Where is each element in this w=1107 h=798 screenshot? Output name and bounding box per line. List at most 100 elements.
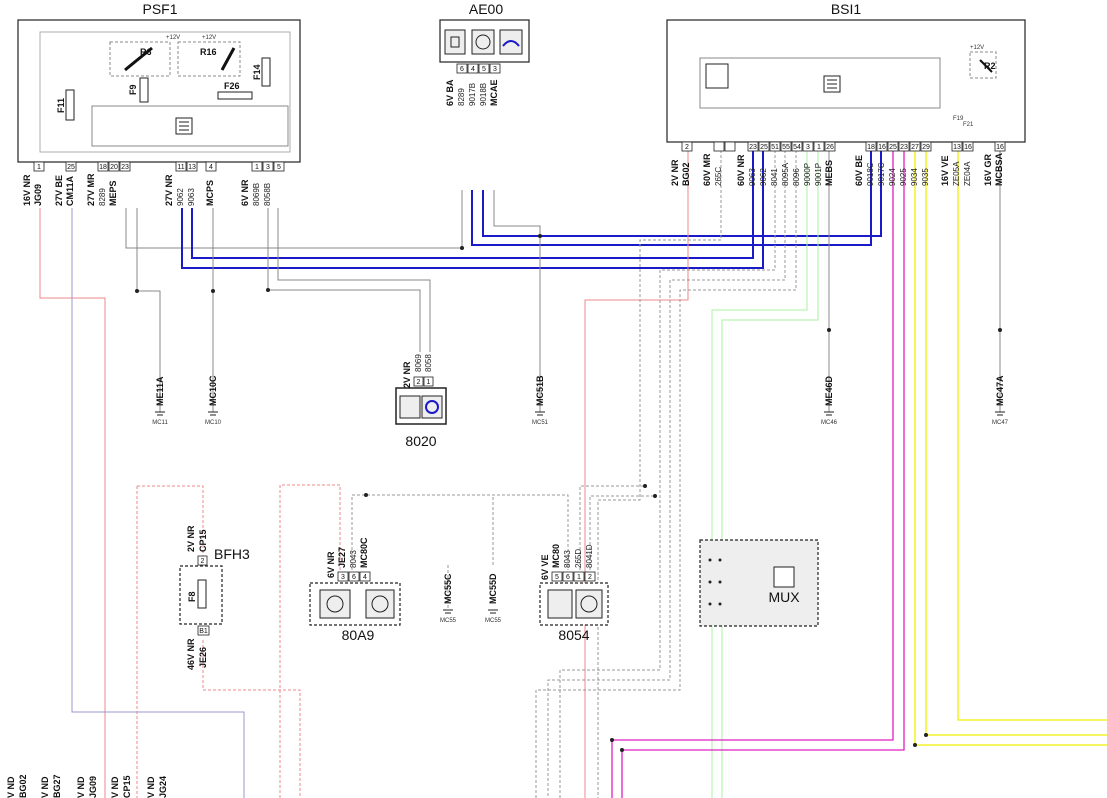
c8054-connector-label: 6V VE xyxy=(540,554,550,580)
bottom-label-wire: CP15 xyxy=(122,775,132,798)
bfh3-top-pin-number: 2 xyxy=(201,558,205,565)
bsi1-pin-number: 16 xyxy=(878,144,886,151)
psf1-box[interactable] xyxy=(17,19,301,163)
bottom-label-wire: BG02 xyxy=(18,774,28,798)
relay-r16-label: R16 xyxy=(200,47,217,57)
bsi1-wire-label: 9001P xyxy=(814,163,823,186)
ae00-pin-number: 5 xyxy=(482,66,486,73)
mux-title: MUX xyxy=(768,589,800,605)
bsi1-connector-label: 16V GR xyxy=(983,153,993,186)
ground-name: MC51 xyxy=(532,420,549,426)
bsi1-wire-label: ZE04A xyxy=(963,161,972,186)
psf1-pin-number: 20 xyxy=(110,164,118,171)
psf1-wire-label: CM11A xyxy=(65,175,75,206)
ae00-wire-label: 8289 xyxy=(457,88,466,106)
bottom-label-prefix: V ND xyxy=(76,776,86,798)
c8020-box[interactable] xyxy=(395,387,447,425)
psf1-connector-label: 27V BE xyxy=(54,175,64,206)
wire-je26 xyxy=(202,640,301,798)
bsi1-pin-number: 18 xyxy=(867,144,875,151)
psf1-pins: 116V NR JG092527V BE CM11A18 20 2327V MR 8289… xyxy=(22,161,285,206)
wire-ze05a xyxy=(957,150,1107,721)
bsi1-wire-label: MEBS xyxy=(824,160,834,186)
c80a9-connector-label: 6V NR xyxy=(326,551,336,578)
ground-wire-label: ME11A xyxy=(155,376,165,406)
c80a9-wire-label: JE27 xyxy=(337,547,347,568)
bsi1-pin-box xyxy=(713,141,725,152)
psf1-wire-label: 9062 xyxy=(176,188,185,206)
bsi1-wire-label: 9000P xyxy=(803,163,812,186)
bfh3-title: BFH3 xyxy=(214,546,250,562)
psf1-pin-number: 18 xyxy=(99,164,107,171)
ground-wire-label: MC51B xyxy=(535,375,545,406)
c8020-pins: 2 1 2V NR 8069 8058 xyxy=(402,354,434,388)
bottom-label-prefix: V ND xyxy=(6,776,16,798)
psf1-supply-1: +12V xyxy=(166,35,180,41)
c8054-wire-label: MC80 xyxy=(551,544,561,568)
c8054-pin-number: 2 xyxy=(588,574,592,581)
psf1-wire-label: MEPS xyxy=(108,180,118,206)
psf1-connector-label: 16V NR xyxy=(22,174,32,206)
c8020-wire-label: 8069 xyxy=(414,354,423,372)
psf1-connector-label: 27V MR xyxy=(86,173,96,206)
bsi1-wire-label: 8041 xyxy=(770,168,779,186)
fuse-f26-label: F26 xyxy=(224,81,240,91)
ae00-wire-label: 9017B xyxy=(468,83,477,106)
ae00-pins: 6 4 5 3 6V BA 8289 9017B 9018B MCAE xyxy=(445,63,501,106)
c8020-wire-label: 8058 xyxy=(424,354,433,372)
bsi1-title: BSI1 xyxy=(831,1,862,17)
ground-wire-label: MC55C xyxy=(443,573,453,604)
bfh3-top-label: 2V NR xyxy=(186,525,196,552)
psf1-pin-number: 1 xyxy=(255,164,259,171)
ground-name: MC47 xyxy=(992,420,1009,426)
c8054-box[interactable] xyxy=(539,582,609,626)
ground-wire-label: MC55D xyxy=(488,573,498,604)
wire-9035 xyxy=(925,150,1107,736)
bsi1-wire-label: 265C xyxy=(714,167,723,186)
bfh3-top-wire-label: CP15 xyxy=(198,529,208,552)
ae00-box[interactable] xyxy=(439,19,530,63)
c8054-pin-number: 6 xyxy=(566,574,570,581)
bsi1-pin-number: 16 xyxy=(964,144,972,151)
bsi1-wire-label: 9025 xyxy=(899,168,908,186)
bottom-label-wire: BG27 xyxy=(52,774,62,798)
wire-9001p xyxy=(721,150,819,798)
fuse-f11-label: F11 xyxy=(56,98,66,113)
psf1-wire-label: 8069B xyxy=(252,183,261,206)
ae00-pin-number: 3 xyxy=(493,66,497,73)
bsi1-pin-number: 54 xyxy=(793,144,801,151)
wiring-diagram: PSF1 R6 R16 +12V +12V F9 F11 F14 F26 116… xyxy=(6,1,1107,798)
wires xyxy=(39,150,1107,798)
wire-je27 xyxy=(279,484,341,798)
bfh3-bottom-label: 46V NR xyxy=(186,638,196,670)
c80a9-box[interactable] xyxy=(309,582,401,626)
wire-mcae xyxy=(493,190,541,412)
wire-8041d xyxy=(589,495,655,570)
psf1-pin-number: 3 xyxy=(266,164,270,171)
bsi1-pin-number: 16 xyxy=(996,144,1004,151)
bottom-label-wire: JG24 xyxy=(158,776,168,798)
psf1-supply-2: +12V xyxy=(202,35,216,41)
ground-name: MC55 xyxy=(485,618,502,624)
wire-8058b xyxy=(277,208,431,352)
bfh3-bottom-wire-label: JE26 xyxy=(198,647,208,668)
bottom-label-wire: JG09 xyxy=(88,776,98,798)
c80a9-wire-label: MC80C xyxy=(359,537,369,568)
psf1-wire-label: JG09 xyxy=(33,184,43,206)
wire-8041 xyxy=(559,150,776,798)
bsi1-pin-number: 26 xyxy=(826,144,834,151)
ground-wire-label: MC10C xyxy=(208,375,218,406)
ae00-wire-label: 9018B xyxy=(479,83,488,106)
bsi1-pin-number: 2 xyxy=(685,144,689,151)
mux-box[interactable] xyxy=(699,539,819,627)
bsi1-pin-number: 1 xyxy=(817,144,821,151)
wire-8095a xyxy=(547,150,786,798)
bfh3-bottom-pin-number: B1 xyxy=(199,628,208,635)
psf1-pin-number: 11 xyxy=(177,164,184,171)
relay-r6-label: R6 xyxy=(140,47,152,57)
wire-9000p xyxy=(711,150,808,798)
bsi1-wire-label: 9024 xyxy=(888,168,897,186)
bsi1-wire-label: 8096 xyxy=(792,168,801,186)
bsi1-wire-label: ZE05A xyxy=(952,161,961,186)
bsi1-wire-label: 9017C xyxy=(877,162,886,186)
